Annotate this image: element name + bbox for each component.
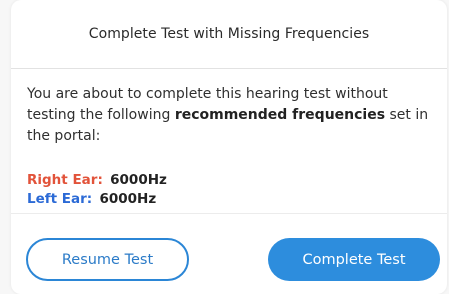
dialog-body: You are about to complete this hearing t… (27, 84, 439, 209)
complete-test-dialog: Complete Test with Missing Frequencies Y… (11, 0, 447, 294)
right-ear-frequency: 6000Hz (110, 172, 167, 188)
right-ear-row: Right Ear: 6000Hz (27, 171, 439, 190)
left-ear-row: Left Ear: 6000Hz (27, 190, 439, 209)
complete-test-button[interactable]: Complete Test (268, 238, 440, 281)
right-ear-label: Right Ear: (27, 172, 103, 188)
dialog-message: You are about to complete this hearing t… (27, 84, 439, 147)
dialog-header: Complete Test with Missing Frequencies (11, 0, 447, 69)
dialog-title: Complete Test with Missing Frequencies (88, 26, 370, 42)
message-emphasis: recommended frequencies (174, 107, 386, 123)
missing-frequencies-list: Right Ear: 6000Hz Left Ear: 6000Hz (27, 171, 439, 209)
resume-test-button[interactable]: Resume Test (26, 238, 189, 281)
footer-divider (11, 213, 447, 214)
screen: Complete Test with Missing Frequencies Y… (0, 0, 449, 294)
left-ear-frequency: 6000Hz (99, 191, 157, 207)
left-ear-label: Left Ear: (27, 191, 93, 207)
